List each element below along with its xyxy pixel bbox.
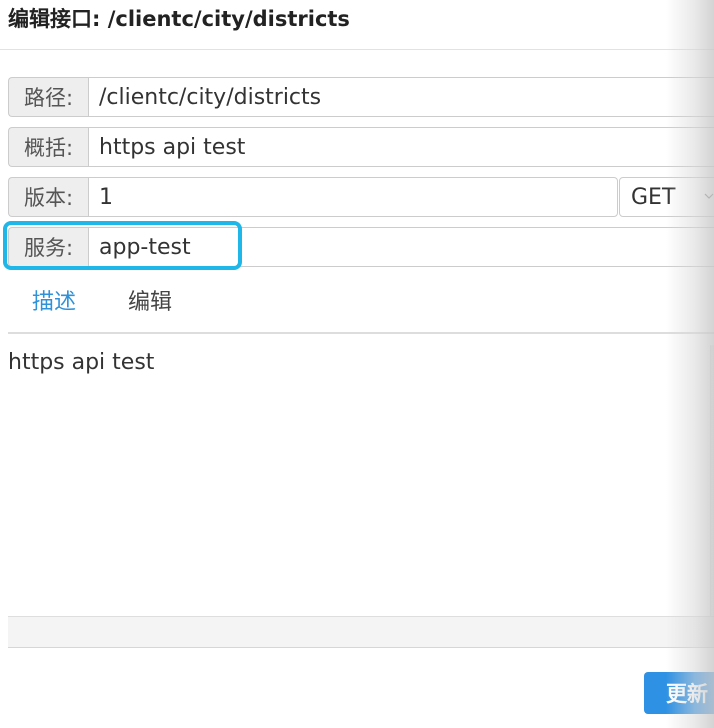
path-label: 路径: (8, 77, 88, 117)
service-field-row: 服务: app-test (8, 227, 240, 267)
summary-field-row: 概括: https api test (8, 127, 714, 167)
service-input[interactable]: app-test (88, 227, 240, 267)
summary-value: https api test (99, 134, 246, 160)
chevron-down-icon (704, 193, 714, 199)
service-label: 服务: (8, 227, 88, 267)
edit-interface-page: 编辑接口: /clientc/city/districts 路径: /clien… (0, 0, 714, 728)
tab-edit[interactable]: 编辑 (128, 288, 172, 318)
tab-description[interactable]: 描述 (32, 288, 76, 318)
method-select-value: GET (631, 184, 676, 210)
update-button[interactable]: 更新 (644, 672, 714, 714)
version-field-row: 版本: 1 (8, 177, 618, 217)
content-footer-bar (8, 616, 714, 648)
description-content: https api test (8, 345, 714, 617)
tab-bar: 描述 编辑 (8, 282, 714, 332)
description-text: https api test (8, 350, 155, 375)
method-select[interactable]: GET (619, 177, 714, 217)
summary-label: 概括: (8, 127, 88, 167)
summary-input[interactable]: https api test (88, 127, 714, 167)
service-row-border (240, 227, 714, 267)
content-scrollbar[interactable] (710, 345, 714, 617)
tabs-divider (8, 332, 714, 334)
title-divider (0, 49, 714, 50)
path-field-row: 路径: /clientc/city/districts (8, 77, 714, 117)
version-input[interactable]: 1 (88, 177, 618, 217)
version-label: 版本: (8, 177, 88, 217)
path-input[interactable]: /clientc/city/districts (88, 77, 714, 117)
page-title: 编辑接口: /clientc/city/districts (8, 7, 350, 31)
